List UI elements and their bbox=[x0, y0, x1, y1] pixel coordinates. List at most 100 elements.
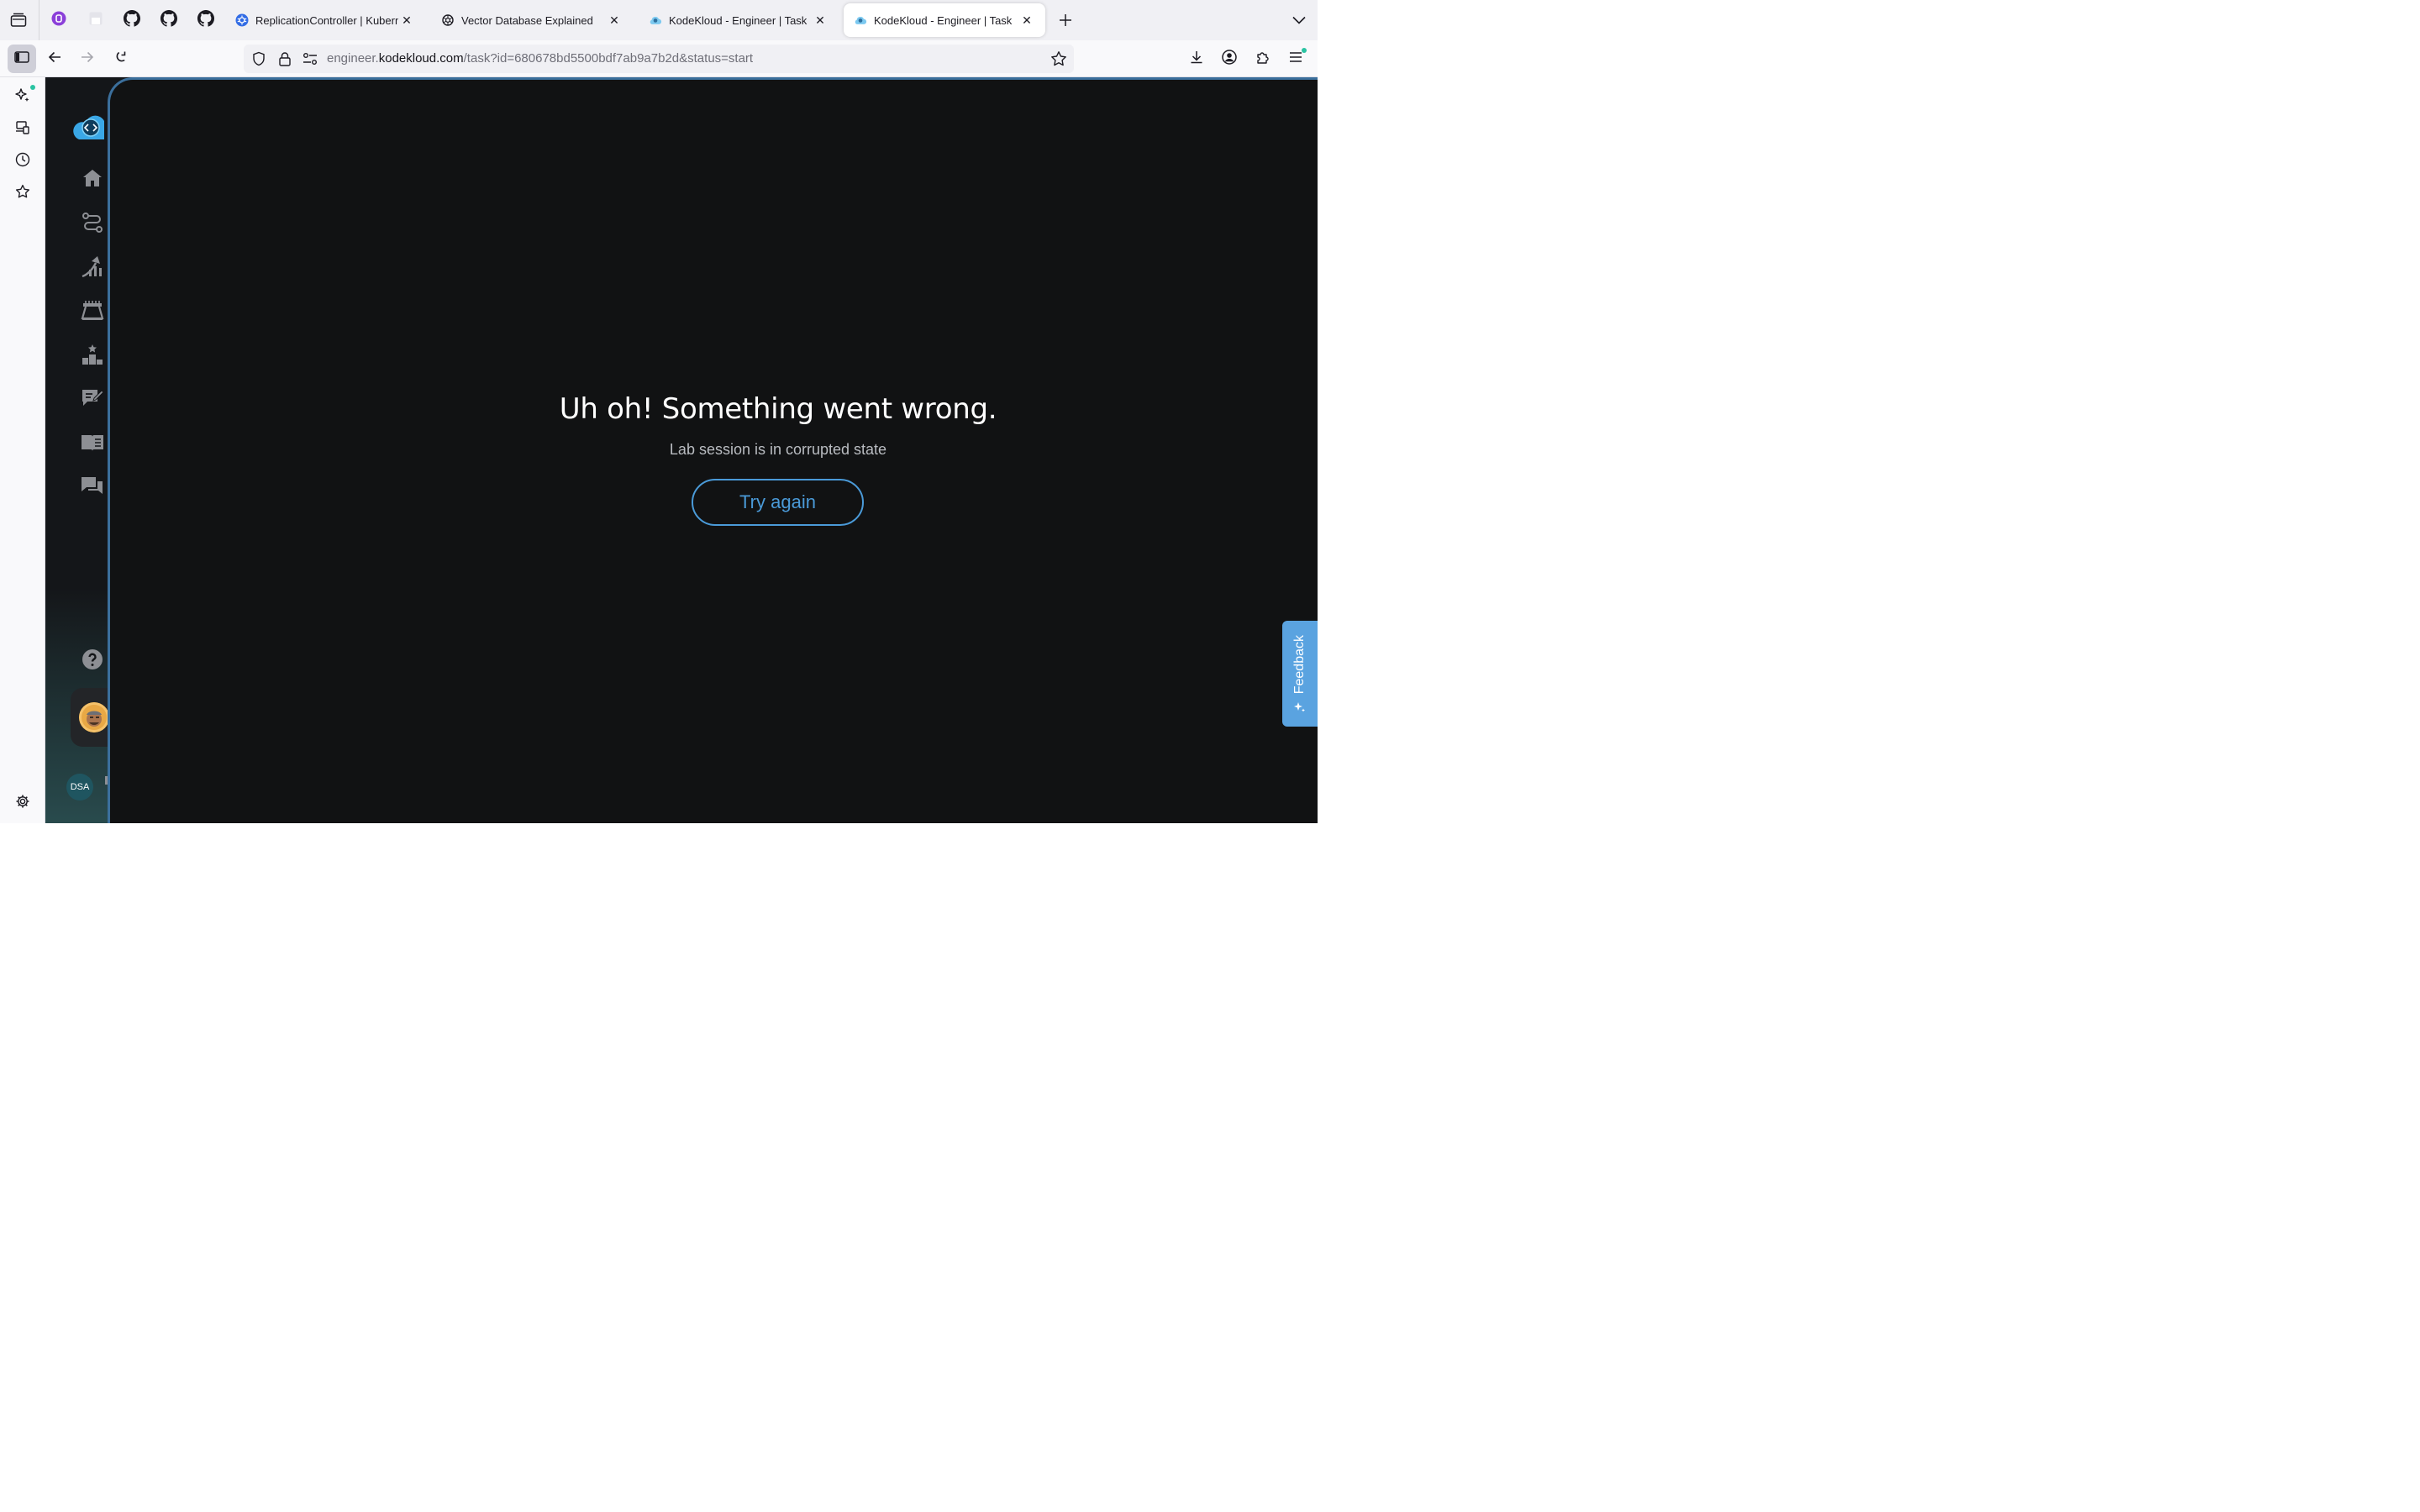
user-initials-badge[interactable]: DSA bbox=[66, 774, 93, 801]
rail-learning-path[interactable] bbox=[77, 209, 108, 239]
avatar[interactable] bbox=[79, 702, 109, 732]
openai-icon bbox=[441, 13, 455, 27]
web-page: DSA Uh oh! Something went wrong. Lab ses… bbox=[45, 77, 1318, 823]
ai-chatbot-button[interactable] bbox=[8, 82, 37, 111]
kodekloud-logo[interactable] bbox=[72, 114, 108, 143]
browser-sidebar bbox=[0, 77, 45, 823]
url-text: engineer.kodekloud.com/task?id=680678bd5… bbox=[327, 45, 753, 73]
url-path: /task?id=680678bd5500bdf7ab9a7b2d&status… bbox=[463, 51, 754, 66]
rail-docs[interactable] bbox=[77, 429, 108, 459]
tab-title: KodeKloud - Engineer | Task bbox=[874, 13, 1013, 27]
downloads-button[interactable] bbox=[1183, 45, 1210, 72]
pinned-tab-blank[interactable] bbox=[82, 7, 110, 34]
back-arrow-icon bbox=[48, 51, 61, 67]
forward-arrow-icon bbox=[81, 51, 94, 67]
github-icon bbox=[197, 9, 215, 31]
rail-notes[interactable] bbox=[77, 385, 108, 415]
extension-icon bbox=[51, 11, 66, 30]
forward-button[interactable] bbox=[74, 45, 101, 72]
download-icon bbox=[1190, 50, 1203, 68]
github-icon bbox=[124, 9, 141, 31]
pinned-tab-github-3[interactable] bbox=[192, 7, 220, 34]
pinned-tab-extension[interactable] bbox=[45, 7, 73, 34]
help-icon bbox=[82, 648, 103, 675]
rail-forum[interactable] bbox=[77, 473, 108, 503]
blank-page-icon bbox=[88, 11, 103, 30]
close-icon[interactable]: ✕ bbox=[812, 12, 829, 29]
pinned-tab-github-2[interactable] bbox=[118, 7, 146, 34]
tab-vector-database[interactable]: Vector Database Explained ✕ bbox=[431, 3, 633, 37]
app-navigation-rail: DSA bbox=[45, 77, 113, 823]
rail-home[interactable] bbox=[77, 165, 108, 195]
tab-kodekloud-active[interactable]: KodeKloud - Engineer | Task ✕ bbox=[844, 3, 1045, 37]
github-icon bbox=[160, 9, 178, 31]
main-panel: Uh oh! Something went wrong. Lab session… bbox=[108, 77, 1318, 823]
permissions-icon[interactable] bbox=[302, 52, 318, 70]
url-domain: kodekloud.com bbox=[378, 51, 464, 66]
synced-tabs-button[interactable] bbox=[8, 115, 37, 144]
sidebar-icon bbox=[14, 50, 29, 67]
app-menu-button[interactable] bbox=[1282, 45, 1309, 72]
sparkle-icon bbox=[1293, 701, 1307, 718]
tracking-protection-shield-icon[interactable] bbox=[251, 51, 266, 71]
star-icon bbox=[15, 184, 30, 203]
forum-icon bbox=[81, 475, 104, 501]
kodekloud-cloud-icon bbox=[649, 13, 662, 27]
error-subtitle: Lab session is in corrupted state bbox=[669, 441, 887, 458]
home-icon bbox=[82, 167, 103, 193]
tab-title: ReplicationController | Kubernet bbox=[255, 13, 398, 27]
navigation-toolbar: engineer.kodekloud.com/task?id=680678bd5… bbox=[0, 40, 1318, 77]
error-message: Uh oh! Something went wrong. Lab session… bbox=[446, 392, 1110, 459]
docs-icon bbox=[81, 433, 104, 457]
new-tab-plus-icon[interactable] bbox=[1055, 10, 1076, 30]
rail-leaderboard[interactable] bbox=[77, 341, 108, 371]
notification-dot bbox=[30, 85, 35, 90]
rail-help[interactable] bbox=[77, 646, 108, 676]
kodekloud-cloud-icon bbox=[854, 13, 867, 27]
tab-kodekloud-1[interactable]: KodeKloud - Engineer | Task ✕ bbox=[639, 3, 839, 37]
rail-tasks[interactable] bbox=[77, 297, 108, 328]
error-title: Uh oh! Something went wrong. bbox=[559, 392, 997, 426]
gear-icon bbox=[15, 794, 30, 813]
notes-icon bbox=[81, 387, 104, 413]
tab-title: KodeKloud - Engineer | Task bbox=[669, 13, 808, 27]
history-button[interactable] bbox=[8, 147, 37, 176]
try-again-button[interactable]: Try again bbox=[692, 479, 864, 526]
close-icon[interactable]: ✕ bbox=[1018, 12, 1035, 29]
progress-icon bbox=[81, 255, 104, 282]
customize-sidebar-button[interactable] bbox=[8, 789, 37, 817]
extensions-button[interactable] bbox=[1249, 45, 1276, 72]
rail-progress[interactable] bbox=[77, 253, 108, 283]
tab-strip: ReplicationController | Kubernet ✕ Vecto… bbox=[0, 0, 1318, 40]
tab-replicationcontroller[interactable]: ReplicationController | Kubernet ✕ bbox=[225, 3, 425, 37]
list-all-tabs-chevron-down-icon[interactable] bbox=[1289, 10, 1309, 30]
bookmark-star-icon[interactable] bbox=[1050, 50, 1067, 71]
devices-icon bbox=[15, 120, 30, 139]
update-dot bbox=[1302, 48, 1307, 53]
account-icon bbox=[1222, 49, 1237, 69]
reload-button[interactable] bbox=[108, 45, 134, 72]
feedback-label: Feedback bbox=[1292, 634, 1307, 694]
lock-icon[interactable] bbox=[278, 51, 292, 71]
clock-icon bbox=[15, 152, 30, 171]
leaderboard-icon bbox=[82, 344, 103, 370]
back-button[interactable] bbox=[41, 45, 68, 72]
address-bar[interactable]: engineer.kodekloud.com/task?id=680678bd5… bbox=[244, 45, 1074, 73]
sparkle-icon bbox=[14, 87, 31, 108]
puzzle-piece-icon bbox=[1255, 50, 1270, 69]
bookmarks-button[interactable] bbox=[8, 179, 37, 207]
close-icon[interactable]: ✕ bbox=[398, 12, 415, 29]
tab-overview-icon[interactable] bbox=[8, 10, 29, 30]
kubernetes-icon bbox=[235, 13, 249, 27]
route-icon bbox=[82, 212, 103, 238]
pinned-tab-github-1[interactable] bbox=[155, 7, 183, 34]
account-button[interactable] bbox=[1216, 45, 1243, 72]
sidebar-toggle-button[interactable] bbox=[8, 45, 36, 73]
tasks-icon bbox=[81, 300, 104, 326]
url-subdomain: engineer. bbox=[327, 51, 379, 66]
reload-icon bbox=[114, 50, 128, 68]
close-icon[interactable]: ✕ bbox=[606, 12, 623, 29]
hamburger-menu-icon bbox=[1289, 51, 1302, 67]
tab-title: Vector Database Explained bbox=[461, 13, 593, 27]
feedback-button[interactable]: Feedback bbox=[1282, 621, 1318, 727]
